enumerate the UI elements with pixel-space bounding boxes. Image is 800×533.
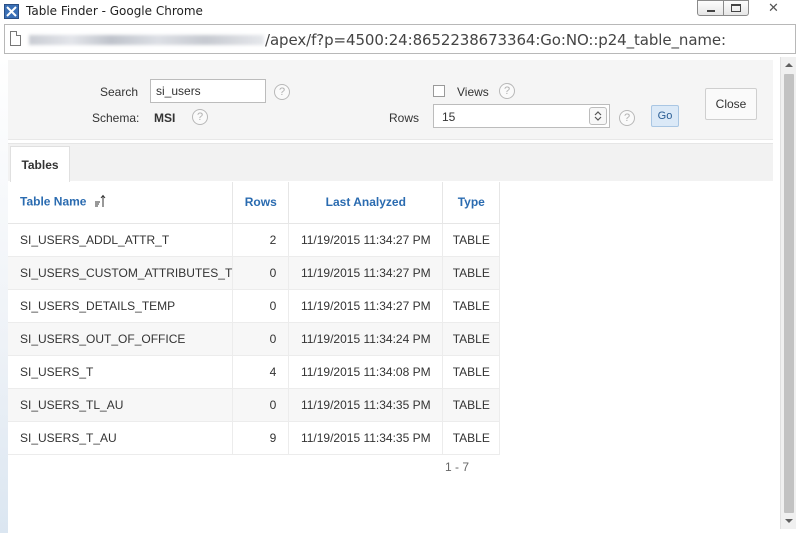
- views-label: Views: [457, 85, 489, 99]
- table-row: SI_USERS_TL_AU 0 11/19/2015 11:34:35 PM …: [8, 388, 501, 422]
- schema-label: Schema:: [92, 111, 140, 125]
- sort-ascending-icon: [94, 194, 106, 211]
- table-name-link[interactable]: SI_USERS_TL_AU: [8, 388, 234, 422]
- search-region: Search ? Schema: MSI ? Views ? Rows 15 ?…: [8, 60, 773, 140]
- close-icon: ✕: [768, 0, 779, 15]
- rows-label: Rows: [389, 111, 420, 125]
- schema-help-icon[interactable]: ?: [192, 109, 208, 125]
- row-count: 2: [232, 223, 290, 257]
- chevron-up-icon: [785, 63, 793, 67]
- table-name-link[interactable]: SI_USERS_ADDL_ATTR_T: [8, 223, 234, 257]
- table-row: SI_USERS_DETAILS_TEMP 0 11/19/2015 11:34…: [8, 289, 501, 323]
- views-help-icon[interactable]: ?: [499, 83, 515, 99]
- table-row: SI_USERS_OUT_OF_OFFICE 0 11/19/2015 11:3…: [8, 322, 501, 356]
- schema-value: MSI: [154, 111, 176, 125]
- table-name-link[interactable]: SI_USERS_CUSTOM_ATTRIBUTES_T: [8, 256, 234, 290]
- object-type: TABLE: [442, 355, 501, 389]
- object-type: TABLE: [442, 256, 501, 290]
- minimize-icon: [706, 9, 715, 12]
- close-button[interactable]: Close: [705, 88, 757, 120]
- object-type: TABLE: [442, 388, 501, 422]
- background-strip: [0, 57, 8, 533]
- object-type: TABLE: [442, 223, 501, 257]
- pagination-info: 1 - 7: [445, 460, 470, 474]
- views-checkbox[interactable]: [433, 85, 445, 97]
- table-name-link[interactable]: SI_USERS_T_AU: [8, 421, 234, 455]
- table-row: SI_USERS_CUSTOM_ATTRIBUTES_T 0 11/19/201…: [8, 256, 501, 290]
- tables-report: Table Name Rows Last Analyzed Type SI_US…: [8, 182, 501, 455]
- search-label: Search: [100, 85, 139, 99]
- tabs-bar: Tables: [8, 143, 773, 183]
- minimize-button[interactable]: [697, 0, 724, 16]
- column-header-rows[interactable]: Rows: [232, 182, 290, 224]
- scroll-up-button[interactable]: [781, 57, 797, 73]
- table-row: SI_USERS_T_AU 9 11/19/2015 11:34:35 PM T…: [8, 421, 501, 455]
- rows-help-icon[interactable]: ?: [619, 110, 635, 126]
- last-analyzed: 11/19/2015 11:34:35 PM: [288, 388, 444, 422]
- object-type: TABLE: [442, 421, 501, 455]
- object-type: TABLE: [442, 289, 501, 323]
- column-header-type[interactable]: Type: [442, 182, 501, 224]
- rows-select-value: 15: [442, 110, 456, 124]
- scroll-down-button[interactable]: [781, 513, 797, 529]
- dialog-content: Search ? Schema: MSI ? Views ? Rows 15 ?…: [8, 57, 782, 529]
- table-header-row: Table Name Rows Last Analyzed Type: [8, 182, 501, 224]
- maximize-button[interactable]: [723, 0, 749, 16]
- chevron-down-icon: [785, 519, 793, 523]
- row-count: 0: [232, 388, 290, 422]
- rows-select[interactable]: 15: [433, 104, 610, 128]
- last-analyzed: 11/19/2015 11:34:27 PM: [288, 223, 444, 257]
- window-close-button[interactable]: ✕: [757, 0, 790, 16]
- table-name-link[interactable]: SI_USERS_OUT_OF_OFFICE: [8, 322, 234, 356]
- row-count: 4: [232, 355, 290, 389]
- window-titlebar: Table Finder - Google Chrome ✕: [0, 0, 800, 24]
- tab-tables[interactable]: Tables: [10, 146, 70, 183]
- row-count: 9: [232, 421, 290, 455]
- last-analyzed: 11/19/2015 11:34:35 PM: [288, 421, 444, 455]
- maximize-icon: [731, 4, 741, 12]
- scrollbar-thumb[interactable]: [784, 74, 794, 513]
- app-icon: [4, 4, 19, 19]
- select-spinner-icon[interactable]: [589, 107, 607, 125]
- search-help-icon[interactable]: ?: [274, 84, 290, 100]
- column-header-label: Table Name: [20, 194, 87, 209]
- window-title: Table Finder - Google Chrome: [26, 4, 203, 18]
- url-host-blurred: [29, 35, 264, 45]
- table-row: SI_USERS_T 4 11/19/2015 11:34:08 PM TABL…: [8, 355, 501, 389]
- search-input[interactable]: [150, 79, 266, 103]
- column-header-table-name[interactable]: Table Name: [8, 182, 234, 224]
- table-name-link[interactable]: SI_USERS_T: [8, 355, 234, 389]
- column-header-last-analyzed[interactable]: Last Analyzed: [288, 182, 444, 224]
- object-type: TABLE: [442, 322, 501, 356]
- last-analyzed: 11/19/2015 11:34:27 PM: [288, 289, 444, 323]
- row-count: 0: [232, 322, 290, 356]
- row-count: 0: [232, 256, 290, 290]
- last-analyzed: 11/19/2015 11:34:08 PM: [288, 355, 444, 389]
- table-name-link[interactable]: SI_USERS_DETAILS_TEMP: [8, 289, 234, 323]
- address-bar[interactable]: /apex/f?p=4500:24:8652238673364:Go:NO::p…: [4, 24, 796, 54]
- last-analyzed: 11/19/2015 11:34:27 PM: [288, 256, 444, 290]
- url-text: /apex/f?p=4500:24:8652238673364:Go:NO::p…: [265, 31, 726, 49]
- last-analyzed: 11/19/2015 11:34:24 PM: [288, 322, 444, 356]
- page-icon: [10, 31, 21, 46]
- vertical-scrollbar[interactable]: [780, 57, 796, 529]
- row-count: 0: [232, 289, 290, 323]
- table-row: SI_USERS_ADDL_ATTR_T 2 11/19/2015 11:34:…: [8, 223, 501, 257]
- go-button[interactable]: Go: [651, 105, 679, 127]
